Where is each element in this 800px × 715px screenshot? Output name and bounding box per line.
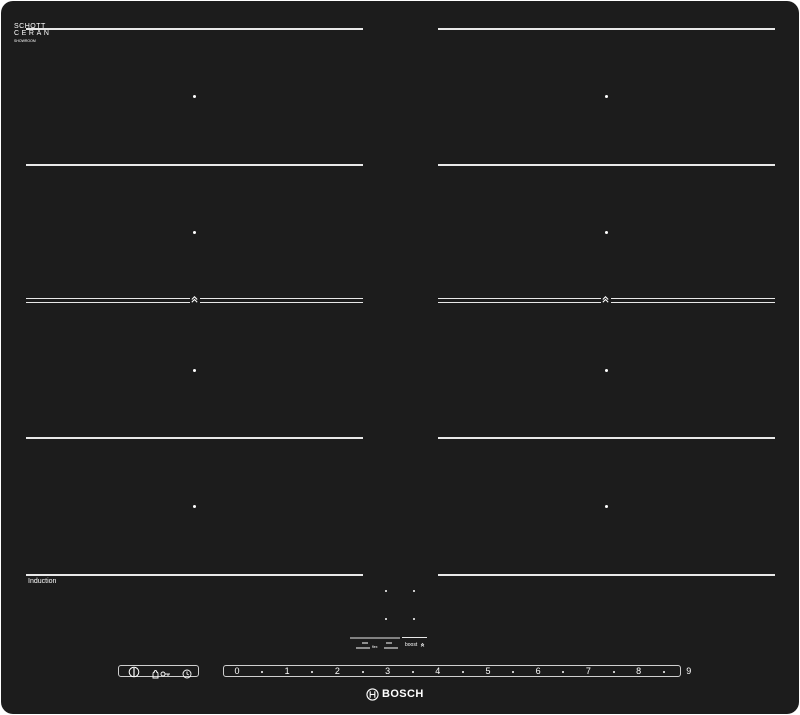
boost-underline — [402, 637, 427, 638]
flex-zone-divider — [438, 298, 601, 303]
zone-divider-line — [438, 28, 775, 30]
zone-divider-line — [26, 437, 363, 439]
cooktop-surface: SCHOTT CERAN SHOWROOM Induction flex boo… — [1, 1, 799, 714]
function-control-bar — [118, 665, 199, 679]
boost-chevron-icon — [420, 643, 425, 647]
power-level-9[interactable]: 9 — [683, 666, 695, 676]
zone-divider-line — [438, 164, 775, 166]
flex-zone-divider — [26, 298, 190, 303]
power-level-half-step[interactable] — [361, 671, 364, 673]
power-button[interactable] — [128, 665, 140, 678]
zone-divider-line — [438, 437, 775, 439]
boost-button[interactable]: boost — [402, 637, 427, 651]
zone-center-dot — [605, 505, 608, 508]
zone-divider-line — [26, 574, 363, 576]
timer-button[interactable] — [182, 666, 192, 679]
child-lock-icon — [152, 670, 170, 679]
power-level-6[interactable]: 6 — [532, 666, 544, 676]
bosch-logo-icon — [366, 688, 379, 701]
key-icon — [160, 671, 166, 677]
power-level-5[interactable]: 5 — [482, 666, 494, 676]
zone-center-dot — [605, 95, 608, 98]
schott-ceran-logo: SCHOTT CERAN SHOWROOM — [14, 23, 52, 44]
zone-center-dot — [605, 231, 608, 234]
zone-select-dot-rear-right[interactable] — [413, 618, 415, 620]
power-level-half-step[interactable] — [612, 671, 615, 673]
flex-label: flex — [372, 645, 378, 649]
chevron-up-icon — [602, 296, 609, 303]
zone-select-dot-rear-left[interactable] — [385, 618, 387, 620]
power-level-half-step[interactable] — [461, 671, 464, 673]
power-level-half-step[interactable] — [411, 671, 414, 673]
zone-divider-line — [438, 574, 775, 576]
power-level-3[interactable]: 3 — [382, 666, 394, 676]
power-level-0[interactable]: 0 — [231, 666, 243, 676]
flex-zone-divider — [611, 298, 775, 303]
flex-zone-divider — [200, 298, 363, 303]
power-level-1[interactable]: 1 — [281, 666, 293, 676]
zone-divider-line — [26, 164, 363, 166]
logo-line-2: CERAN — [14, 30, 52, 37]
power-level-half-step[interactable] — [662, 671, 665, 673]
timer-icon — [182, 669, 192, 679]
power-icon — [128, 666, 140, 678]
boost-label: boost — [405, 642, 418, 648]
zone-center-dot — [193, 95, 196, 98]
induction-label: Induction — [28, 578, 57, 585]
brand-name: BOSCH — [382, 688, 424, 700]
child-lock-button[interactable] — [151, 666, 171, 679]
bosch-logo: BOSCH — [363, 687, 443, 703]
zone-center-dot — [193, 231, 196, 234]
power-level-7[interactable]: 7 — [582, 666, 594, 676]
power-level-8[interactable]: 8 — [633, 666, 645, 676]
chevron-up-icon — [191, 296, 198, 303]
zone-divider-line — [26, 28, 363, 30]
zone-select-dot-front-right[interactable] — [413, 590, 415, 592]
power-level-2[interactable]: 2 — [331, 666, 343, 676]
logo-line-3: SHOWROOM — [14, 39, 36, 43]
zone-center-dot — [193, 369, 196, 372]
zone-center-dot — [193, 505, 196, 508]
power-level-4[interactable]: 4 — [432, 666, 444, 676]
zone-center-dot — [605, 369, 608, 372]
zone-select-dot-front-left[interactable] — [385, 590, 387, 592]
flex-button[interactable]: flex — [350, 637, 400, 651]
